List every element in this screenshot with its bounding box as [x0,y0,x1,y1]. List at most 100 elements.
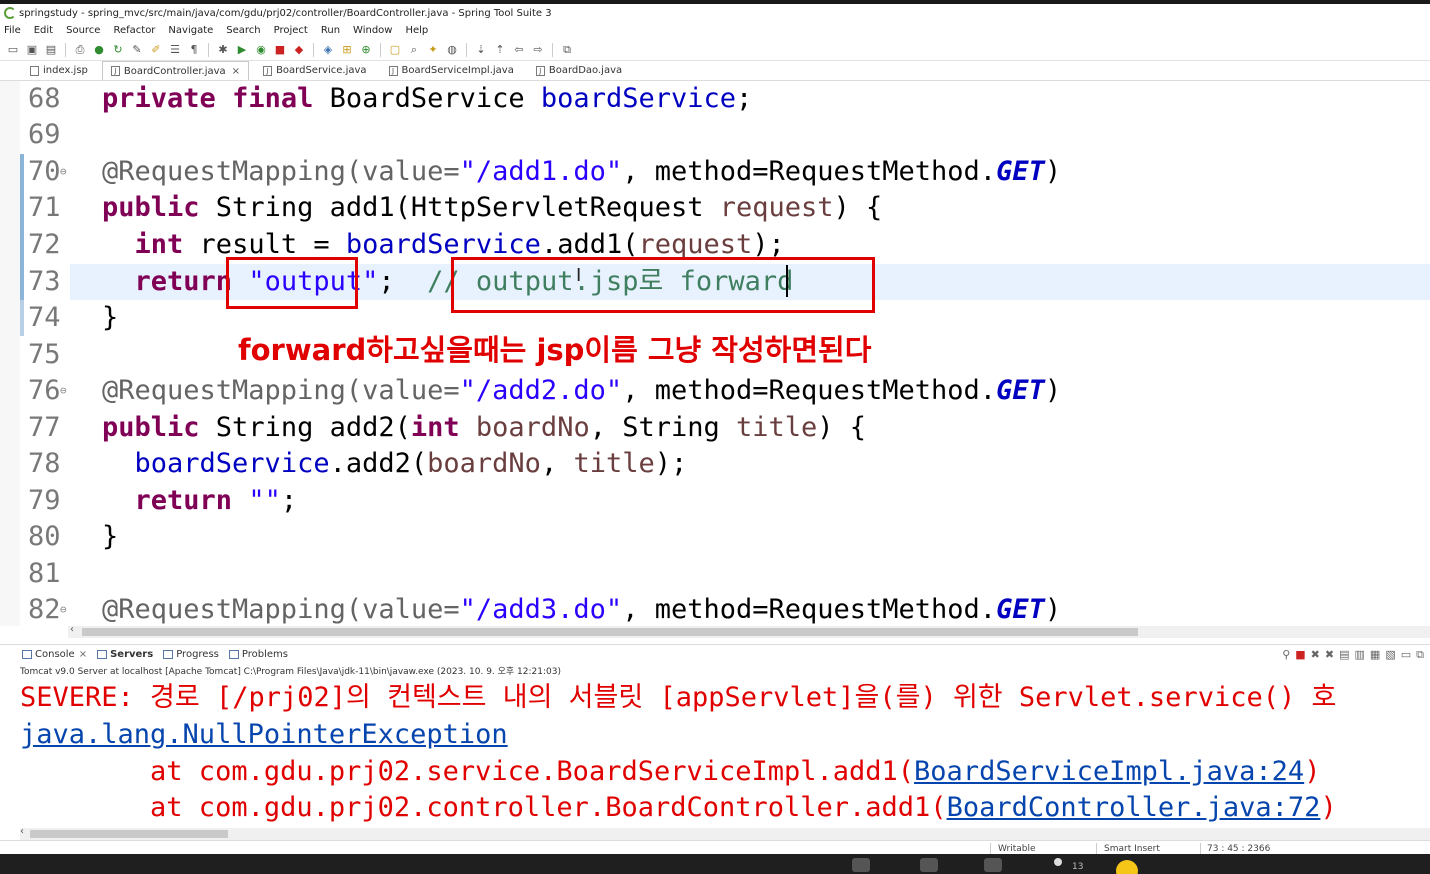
code-editor[interactable]: 68 private final BoardService boardServi… [0,81,1430,626]
chat-icon[interactable] [984,858,1002,872]
run-external-icon[interactable]: ◉ [254,43,268,57]
tab-problems[interactable]: Problems [228,649,288,660]
next-annotation-icon[interactable]: ⇣ [474,43,488,57]
exception-link[interactable]: java.lang.NullPointerException [20,719,508,750]
code-token: ) { [833,192,883,223]
tab-index-jsp[interactable]: index.jsp [22,61,96,80]
tab-board-service[interactable]: J BoardService.java [255,61,374,80]
code-token: request [719,192,834,223]
line-number: 75 [28,339,61,370]
display-console-icon[interactable]: ▭ [1401,648,1411,662]
remove-all-icon[interactable]: ✖ [1325,648,1334,662]
scroll-left-icon[interactable]: ‹ [70,624,74,635]
open-type-icon[interactable]: ◈ [321,43,335,57]
window-title: springstudy - spring_mvc/src/main/java/c… [19,7,552,19]
scrollbar-thumb[interactable] [30,830,228,838]
progress-icon [163,650,174,659]
menu-navigate[interactable]: Navigate [168,25,213,36]
emoji-icon[interactable] [1116,860,1138,874]
tab-console[interactable]: Console × [22,649,87,660]
print-icon[interactable]: ⎙ [73,43,87,57]
code-token: .add2( [329,448,428,479]
java-file-icon: J [110,66,120,76]
server-icon[interactable]: ◆ [292,43,306,57]
code-token: } [102,521,119,552]
stop-icon[interactable]: ■ [273,43,287,57]
video-icon[interactable] [852,858,870,872]
pilcrow-icon[interactable]: ¶ [187,43,201,57]
tab-board-controller[interactable]: J BoardController.java × [101,61,250,80]
stack-frame-link[interactable]: BoardController.java:72 [947,792,1321,823]
pin-icon[interactable]: ✎ [130,43,144,57]
search-icon[interactable]: ⌕ [407,43,421,57]
task-icon[interactable]: ☰ [168,43,182,57]
code-line: 70 ⊖ @RequestMapping(value="/add1.do", m… [0,154,1430,190]
new-class-icon[interactable]: ⊕ [359,43,373,57]
text-caret [786,265,788,297]
highlight-icon[interactable]: ✐ [149,43,163,57]
open-folder-icon[interactable]: ▢ [388,43,402,57]
menu-project[interactable]: Project [274,25,308,36]
menu-help[interactable]: Help [405,25,428,36]
toolbar-divider [466,42,467,57]
fold-icon[interactable]: ⊖ [60,373,67,409]
save-all-icon[interactable]: ▤ [44,43,58,57]
back-icon[interactable]: ⇦ [512,43,526,57]
forward-icon[interactable]: ⇨ [531,43,545,57]
java-file-icon: J [535,65,545,76]
editor-horizontal-scrollbar[interactable]: ‹ [68,624,1430,638]
debug-icon[interactable]: ✱ [216,43,230,57]
menu-run[interactable]: Run [321,25,340,36]
code-token: ); [654,448,688,479]
menu-edit[interactable]: Edit [34,25,53,36]
refresh-icon[interactable]: ↻ [111,43,125,57]
share-icon[interactable] [920,858,938,872]
open-console-icon[interactable]: ⧉ [1416,648,1424,662]
spring-icon[interactable]: ● [92,43,106,57]
fold-icon[interactable]: ⊖ [60,154,67,190]
menu-window[interactable]: Window [353,25,392,36]
tab-label: BoardController.java [123,65,226,77]
code-token: ; [736,83,753,114]
video-overlay-taskbar: 13 [0,854,1430,874]
menu-refactor[interactable]: Refactor [113,25,155,36]
code-token: return [134,266,233,297]
tab-board-dao[interactable]: J BoardDao.java [528,61,630,80]
menu-file[interactable]: File [4,25,21,36]
stack-frame-text: at com.gdu.prj02.controller.BoardControl… [20,792,947,823]
code-token: , String [589,412,737,443]
annotation-icon[interactable]: ✦ [426,43,440,57]
fold-icon[interactable]: ⊖ [60,592,67,626]
remove-launch-icon[interactable]: ✖ [1311,648,1320,662]
scrollbar-thumb[interactable] [82,628,1138,636]
show-on-output-icon[interactable]: ▦ [1370,648,1380,662]
code-token: ; [280,485,298,516]
new-icon[interactable]: ▭ [6,43,20,57]
code-token: GET [996,156,1045,187]
console-output[interactable]: SEVERE: 경로 [/prj02]의 컨텍스트 내의 서블릿 [appSer… [0,678,1430,828]
servers-icon [97,650,108,659]
line-number: 82 [28,594,61,625]
prev-annotation-icon[interactable]: ⇡ [493,43,507,57]
tab-board-service-impl[interactable]: J BoardServiceImpl.java [381,61,522,80]
line-number: 78 [28,448,61,479]
show-on-error-icon[interactable]: ▧ [1385,648,1395,662]
word-wrap-icon[interactable]: ▥ [1355,648,1365,662]
scroll-left-icon[interactable]: ‹ [20,826,24,837]
scroll-lock-icon[interactable]: ▤ [1339,648,1349,662]
open-perspective-icon[interactable]: ⧉ [560,43,574,57]
save-icon[interactable]: ▣ [25,43,39,57]
new-package-icon[interactable]: ⊞ [340,43,354,57]
run-icon[interactable]: ▶ [235,43,249,57]
menu-source[interactable]: Source [66,25,100,36]
console-horizontal-scrollbar[interactable]: ‹ [20,826,1430,840]
stack-frame-link[interactable]: BoardServiceImpl.java:24 [914,756,1304,787]
menu-search[interactable]: Search [226,25,260,36]
tab-progress[interactable]: Progress [163,649,219,660]
tab-servers[interactable]: Servers [97,649,153,660]
terminate-icon[interactable]: ■ [1295,648,1305,662]
close-icon[interactable]: × [79,649,87,660]
globe-icon[interactable]: ◍ [445,43,459,57]
close-icon[interactable]: × [232,66,240,77]
pin-console-icon[interactable]: ⚲ [1282,648,1290,662]
